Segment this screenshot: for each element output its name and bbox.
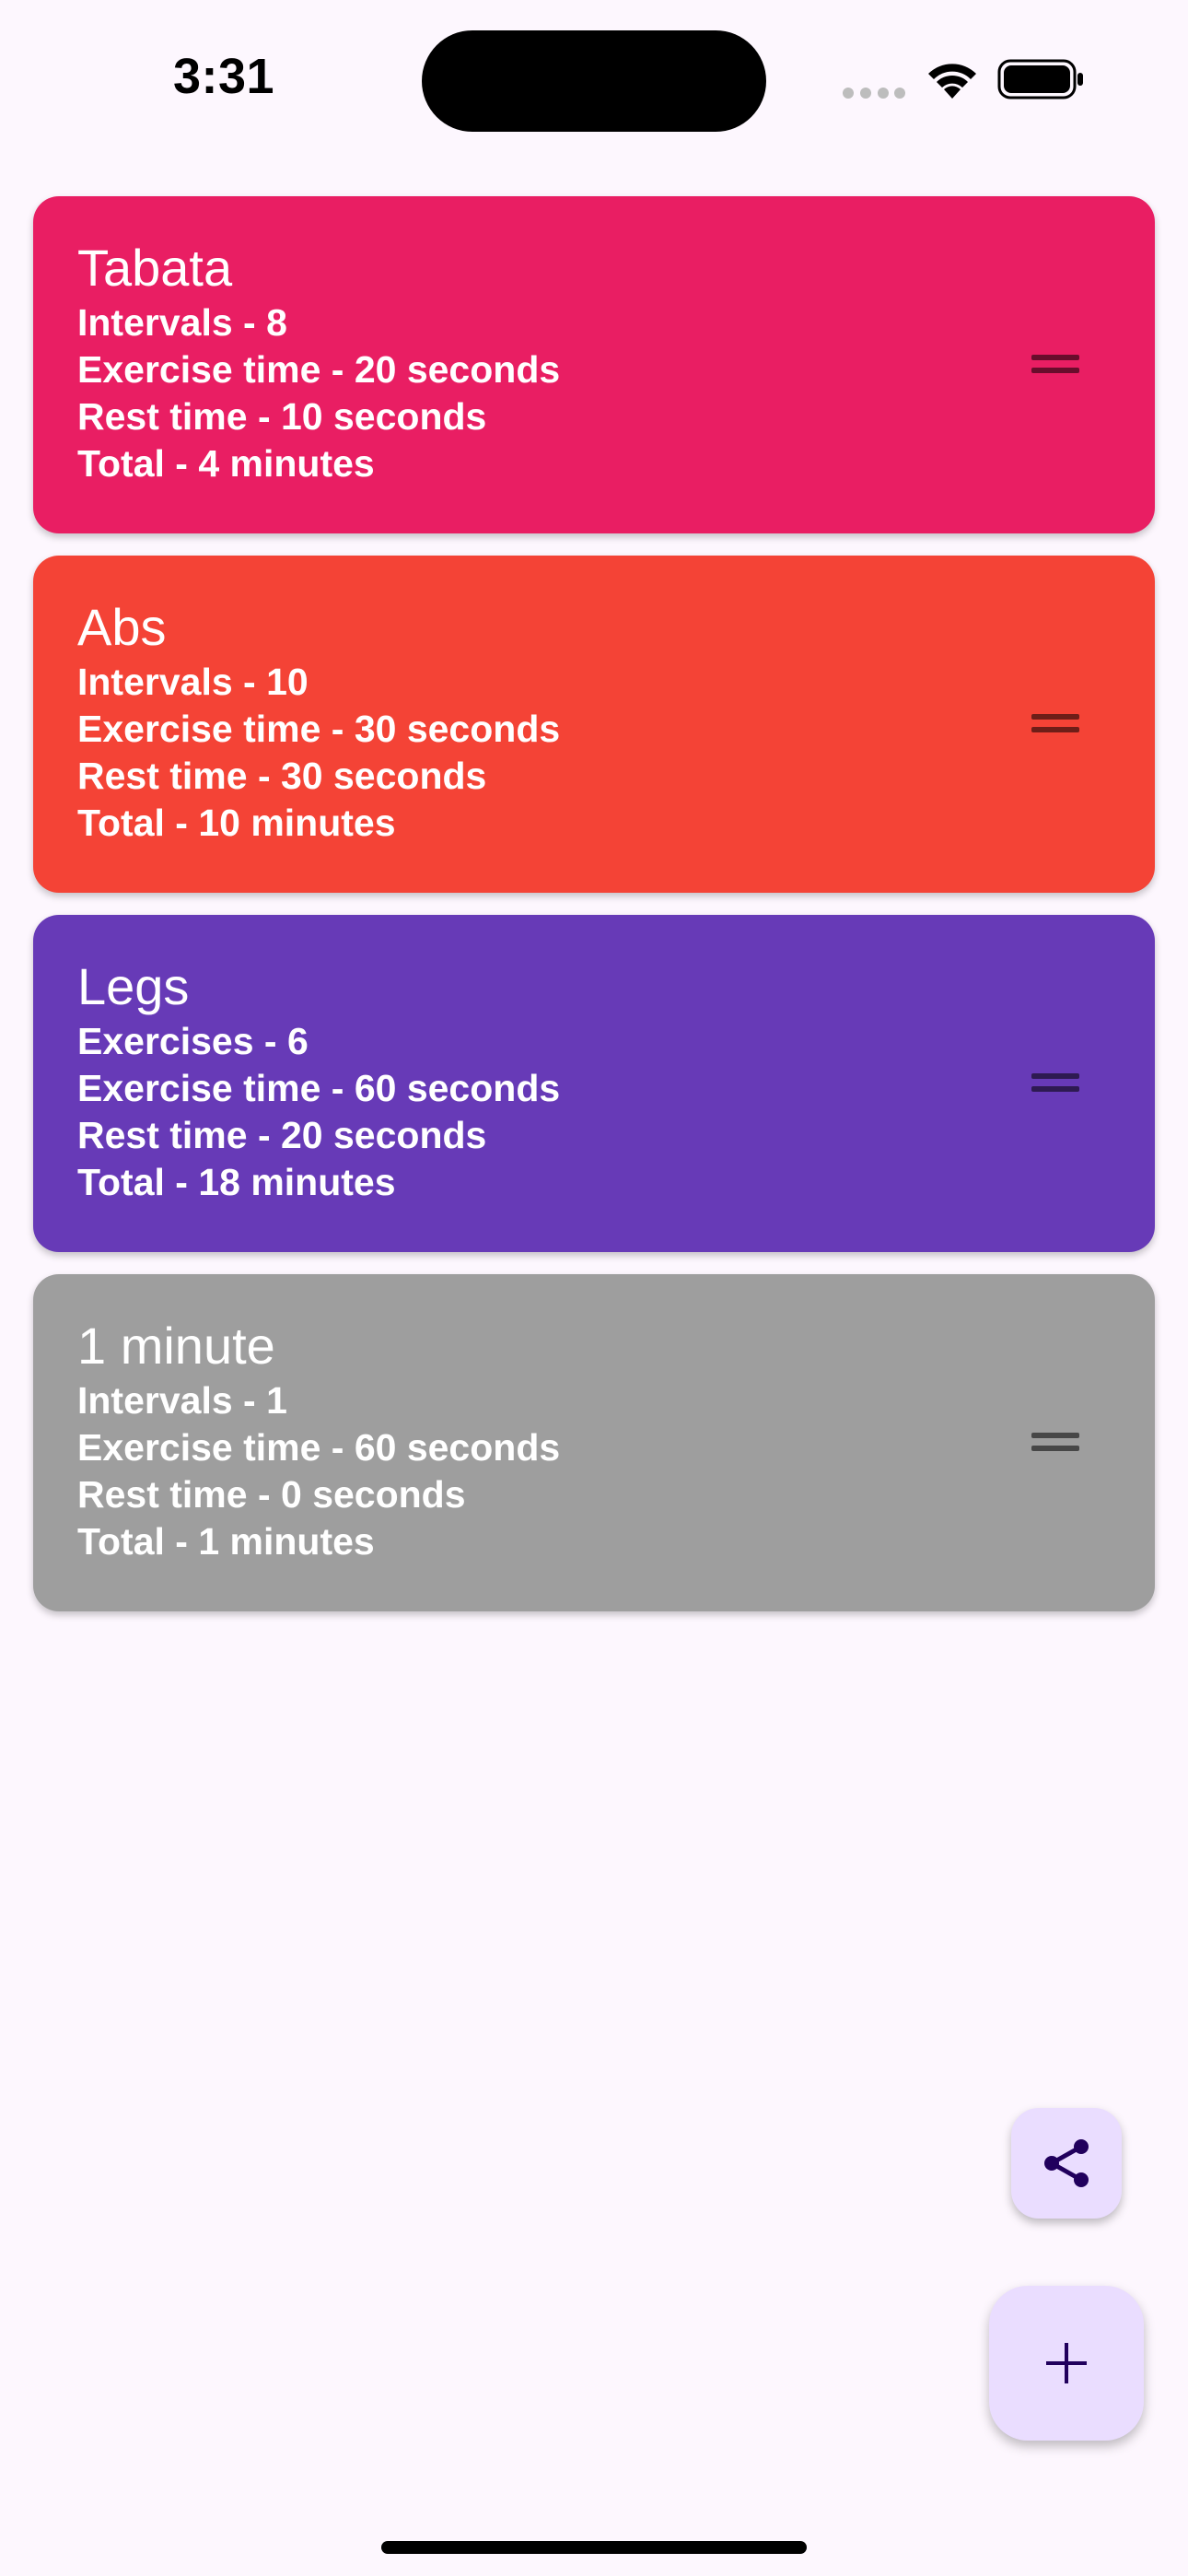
workout-total: Total - 18 minutes <box>77 1161 396 1203</box>
workout-rest-time: Rest time - 0 seconds <box>77 1473 466 1516</box>
wifi-icon <box>928 64 976 99</box>
workout-card-legs[interactable]: Legs Exercises - 6 Exercise time - 60 se… <box>33 915 1155 1252</box>
workout-exercise-time: Exercise time - 20 seconds <box>77 348 561 391</box>
workout-card-1-minute[interactable]: 1 minute Intervals - 1 Exercise time - 6… <box>33 1274 1155 1611</box>
workout-card-tabata[interactable]: Tabata Intervals - 8 Exercise time - 20 … <box>33 196 1155 533</box>
drag-handle-icon[interactable] <box>1031 714 1079 734</box>
add-workout-button[interactable] <box>989 2286 1144 2441</box>
workout-intervals: Intervals - 10 <box>77 661 309 703</box>
cellular-signal-icon <box>843 88 905 99</box>
workout-rest-time: Rest time - 30 seconds <box>77 755 487 797</box>
workout-title: 1 minute <box>77 1317 275 1375</box>
workout-total: Total - 4 minutes <box>77 442 375 485</box>
workout-rest-time: Rest time - 20 seconds <box>77 1114 487 1156</box>
dynamic-island <box>422 30 766 132</box>
status-time: 3:31 <box>173 49 275 104</box>
workout-title: Abs <box>77 598 167 656</box>
workout-title: Tabata <box>77 239 233 297</box>
battery-icon <box>997 59 1083 100</box>
drag-handle-icon[interactable] <box>1031 355 1079 375</box>
share-icon <box>1044 2139 1089 2187</box>
workout-title: Legs <box>77 957 190 1015</box>
workout-intervals: Intervals - 8 <box>77 301 287 344</box>
home-indicator[interactable] <box>381 2541 807 2554</box>
drag-handle-icon[interactable] <box>1031 1433 1079 1453</box>
workout-list: Tabata Intervals - 8 Exercise time - 20 … <box>33 196 1155 1633</box>
workout-rest-time: Rest time - 10 seconds <box>77 395 487 438</box>
workout-exercise-time: Exercise time - 60 seconds <box>77 1067 561 1109</box>
workout-card-abs[interactable]: Abs Intervals - 10 Exercise time - 30 se… <box>33 556 1155 893</box>
plus-icon <box>1046 2343 1087 2383</box>
workout-exercise-time: Exercise time - 30 seconds <box>77 708 561 750</box>
workout-intervals: Intervals - 1 <box>77 1379 287 1422</box>
drag-handle-icon[interactable] <box>1031 1073 1079 1094</box>
workout-exercises: Exercises - 6 <box>77 1020 309 1062</box>
share-button[interactable] <box>1011 2108 1122 2219</box>
workout-total: Total - 1 minutes <box>77 1520 375 1563</box>
workout-exercise-time: Exercise time - 60 seconds <box>77 1426 561 1469</box>
workout-total: Total - 10 minutes <box>77 802 396 844</box>
